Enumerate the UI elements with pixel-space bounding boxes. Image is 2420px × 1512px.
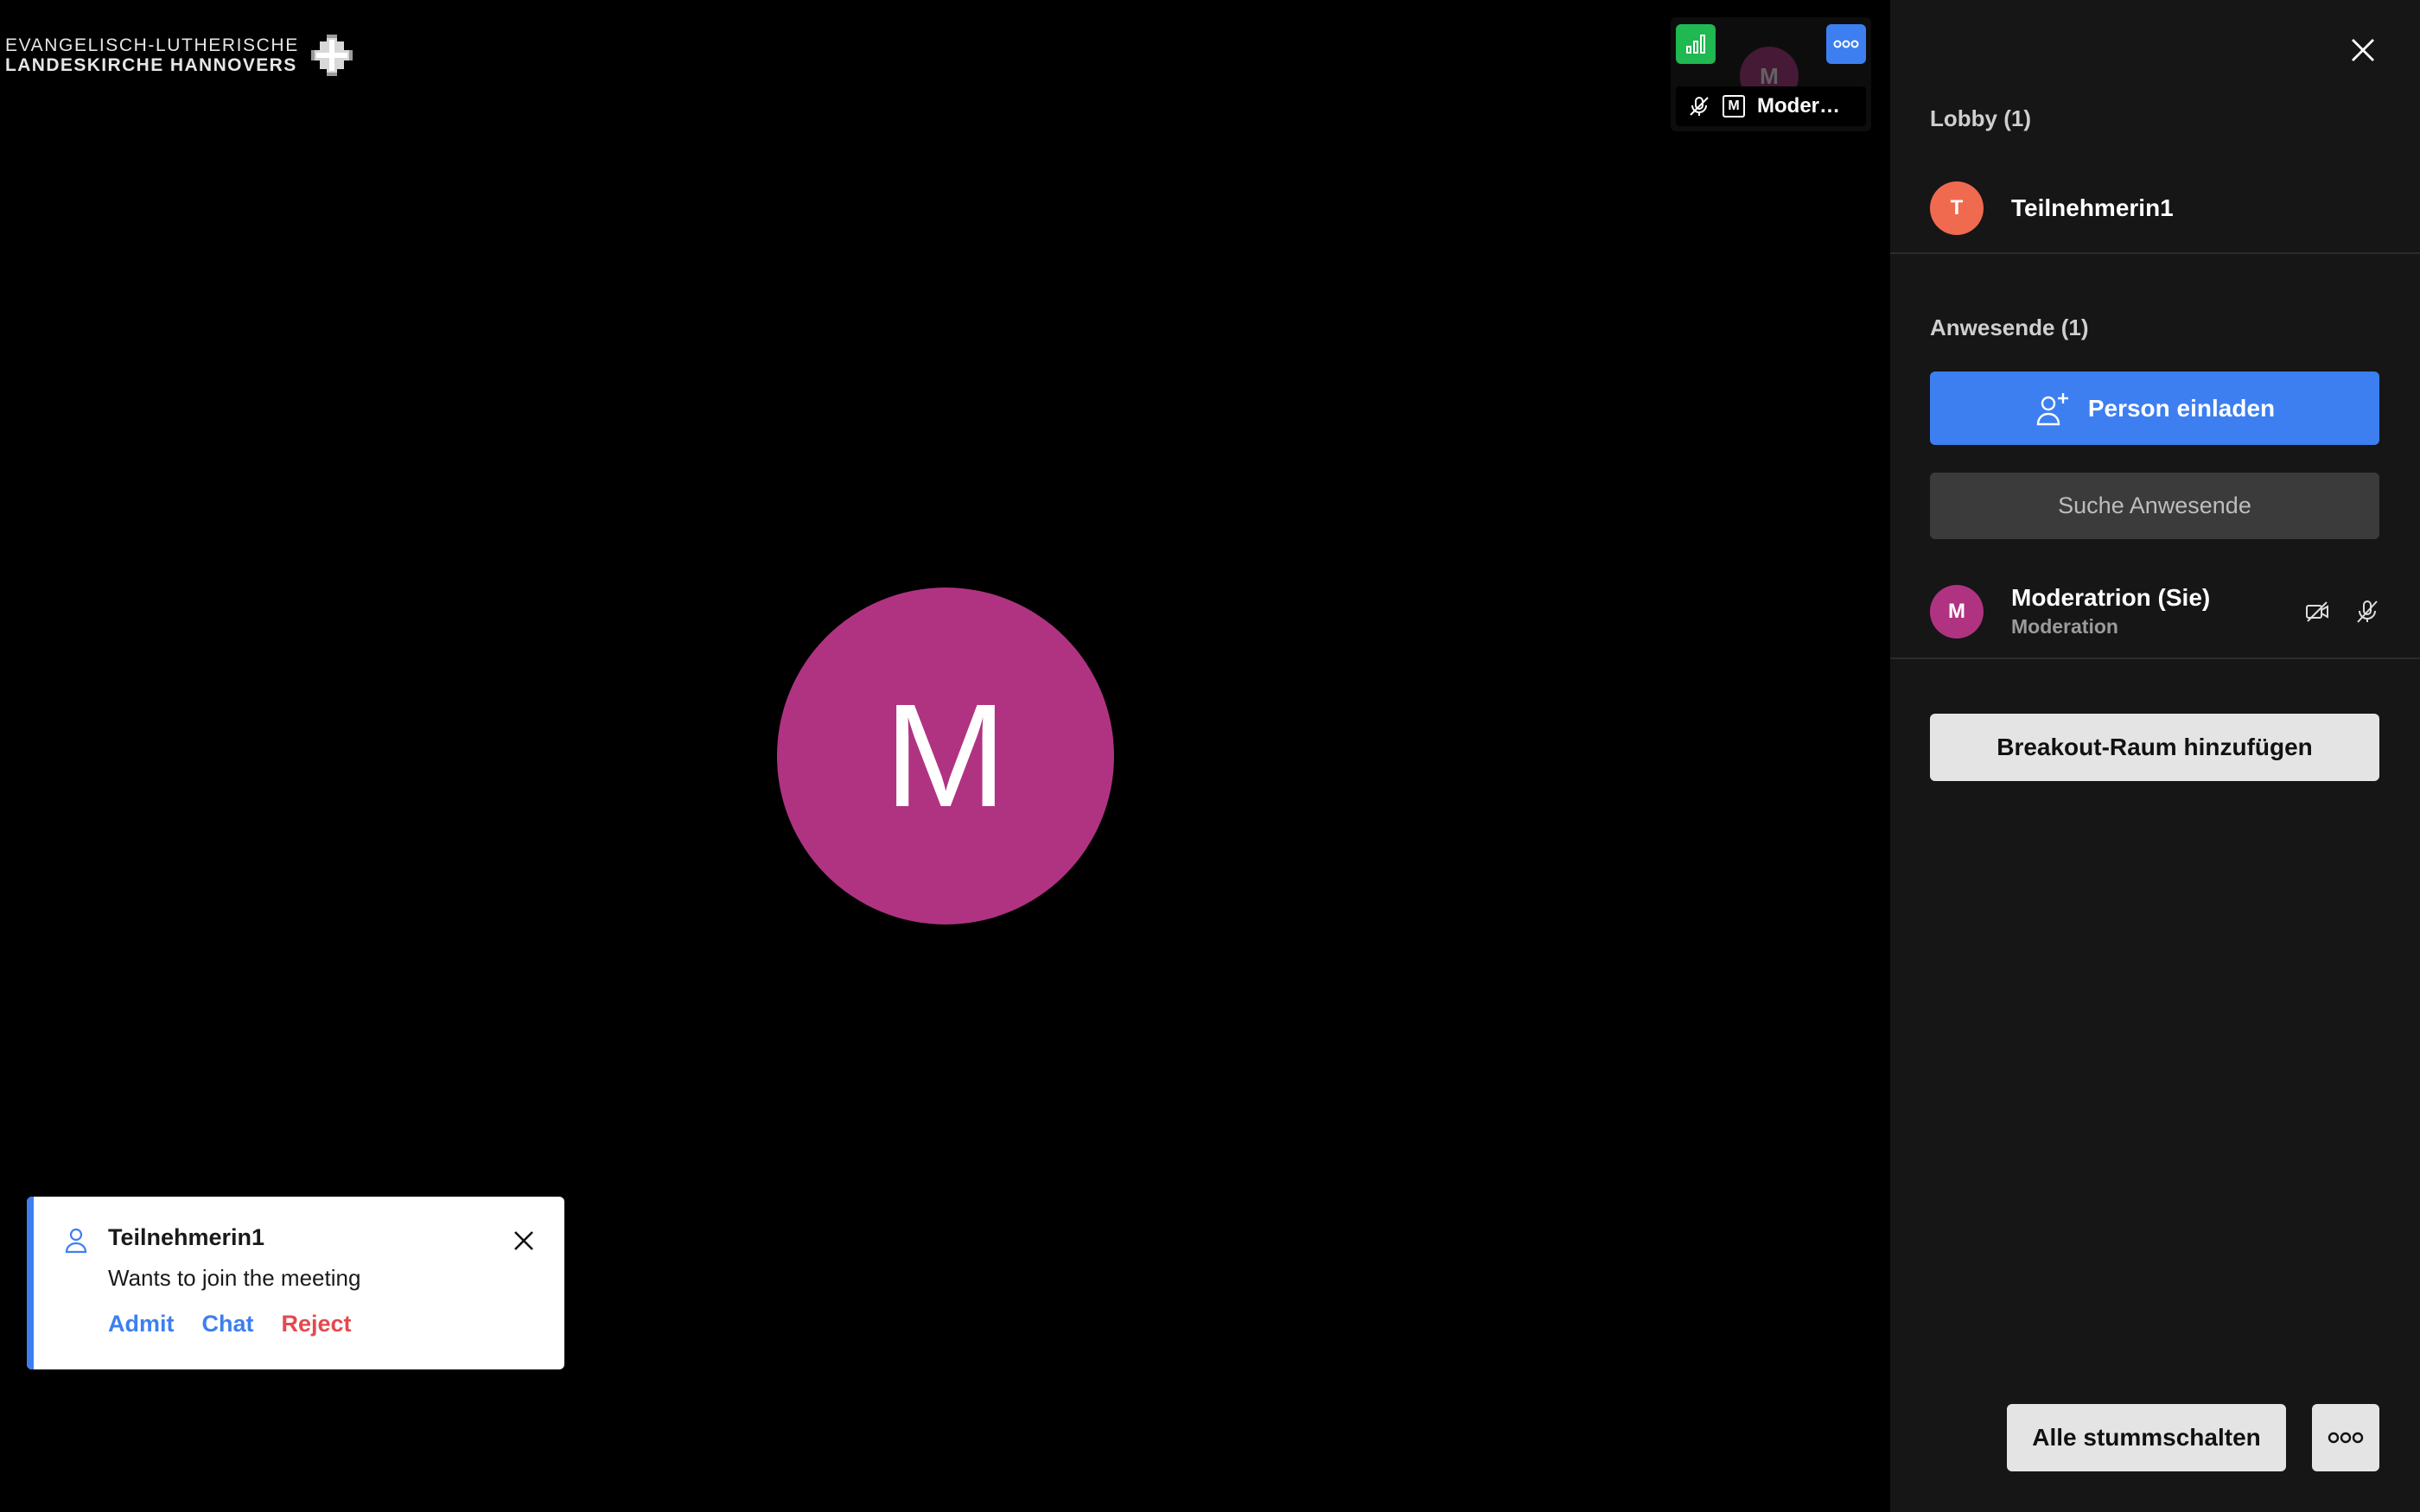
participant-row[interactable]: M Moderatrion (Sie) Moderation [1930,584,2380,638]
logo-line-2: LANDESKIRCHE HANNOVERS [5,55,297,75]
add-person-icon [2036,392,2068,425]
invite-person-button[interactable]: Person einladen [1930,372,2379,445]
thumbnail-avatar-initial: M [1760,62,1779,89]
video-stage: EVANGELISCH-LUTHERISCHE LANDESKIRCHE HAN… [0,0,1890,1512]
thumbnail-more-button[interactable] [1826,24,1866,64]
reject-button[interactable]: Reject [282,1311,352,1337]
moderator-badge: M [1723,95,1745,118]
section-divider [1890,252,2420,254]
avatar-initial: M [1948,599,1965,623]
search-participants-input[interactable] [1930,473,2379,539]
section-divider [1890,658,2420,659]
avatar: M [1930,584,1984,638]
lobby-notification: Teilnehmerin1 Wants to join the meeting … [27,1197,564,1369]
stats-icon [1686,35,1705,54]
lobby-participant-row[interactable]: T Teilnehmerin1 [1930,181,2380,235]
main-participant-avatar: M [777,588,1114,924]
main-avatar-initial: M [884,674,1007,838]
thumbnail-name: Moder… [1757,94,1840,118]
more-options-icon [2328,1432,2364,1444]
participant-role: Moderation [2011,615,2118,638]
chat-button[interactable]: Chat [202,1311,254,1337]
avatar-initial: T [1950,196,1964,219]
notification-actions: Admit Chat Reject [108,1311,352,1337]
close-icon[interactable] [513,1229,535,1252]
mic-muted-icon[interactable] [2354,599,2380,625]
invite-person-label: Person einladen [2087,394,2276,422]
thumbnail-name-bar: M Moder… [1676,86,1866,126]
meeting-app: EVANGELISCH-LUTHERISCHE LANDESKIRCHE HAN… [0,0,2420,1512]
mic-muted-icon [1690,97,1709,116]
participant-info: Moderatrion (Sie) Moderation [2011,584,2210,638]
avatar: T [1930,181,1984,235]
participant-name: Moderatrion (Sie) [2011,584,2211,611]
add-breakout-room-button[interactable]: Breakout-Raum hinzufügen [1930,714,2379,781]
close-panel-icon[interactable] [2349,36,2377,64]
panel-more-button[interactable] [2312,1404,2379,1471]
present-section-title: Anwesende (1) [1930,314,2089,340]
participants-panel: Lobby (1) T Teilnehmerin1 Anwesende (1) … [1890,0,2420,1512]
organization-logo: EVANGELISCH-LUTHERISCHE LANDESKIRCHE HAN… [5,33,354,78]
cross-emblem-icon [310,35,353,76]
notification-accent-bar [27,1197,34,1369]
notification-message: Wants to join the meeting [108,1265,361,1291]
lobby-section-title: Lobby (1) [1930,105,2031,131]
camera-off-icon[interactable] [2304,599,2330,625]
connection-stats-button[interactable] [1676,24,1716,64]
participant-status-icons [2304,599,2380,625]
more-options-icon [1833,40,1859,48]
mute-all-button[interactable]: Alle stummschalten [2007,1404,2286,1471]
self-view-thumbnail[interactable]: M M Moder… [1671,17,1871,131]
logo-line-1: EVANGELISCH-LUTHERISCHE [5,35,299,55]
person-icon [65,1228,87,1254]
lobby-participant-name: Teilnehmerin1 [2011,194,2174,221]
admit-button[interactable]: Admit [108,1311,175,1337]
notification-title: Teilnehmerin1 [108,1224,265,1250]
